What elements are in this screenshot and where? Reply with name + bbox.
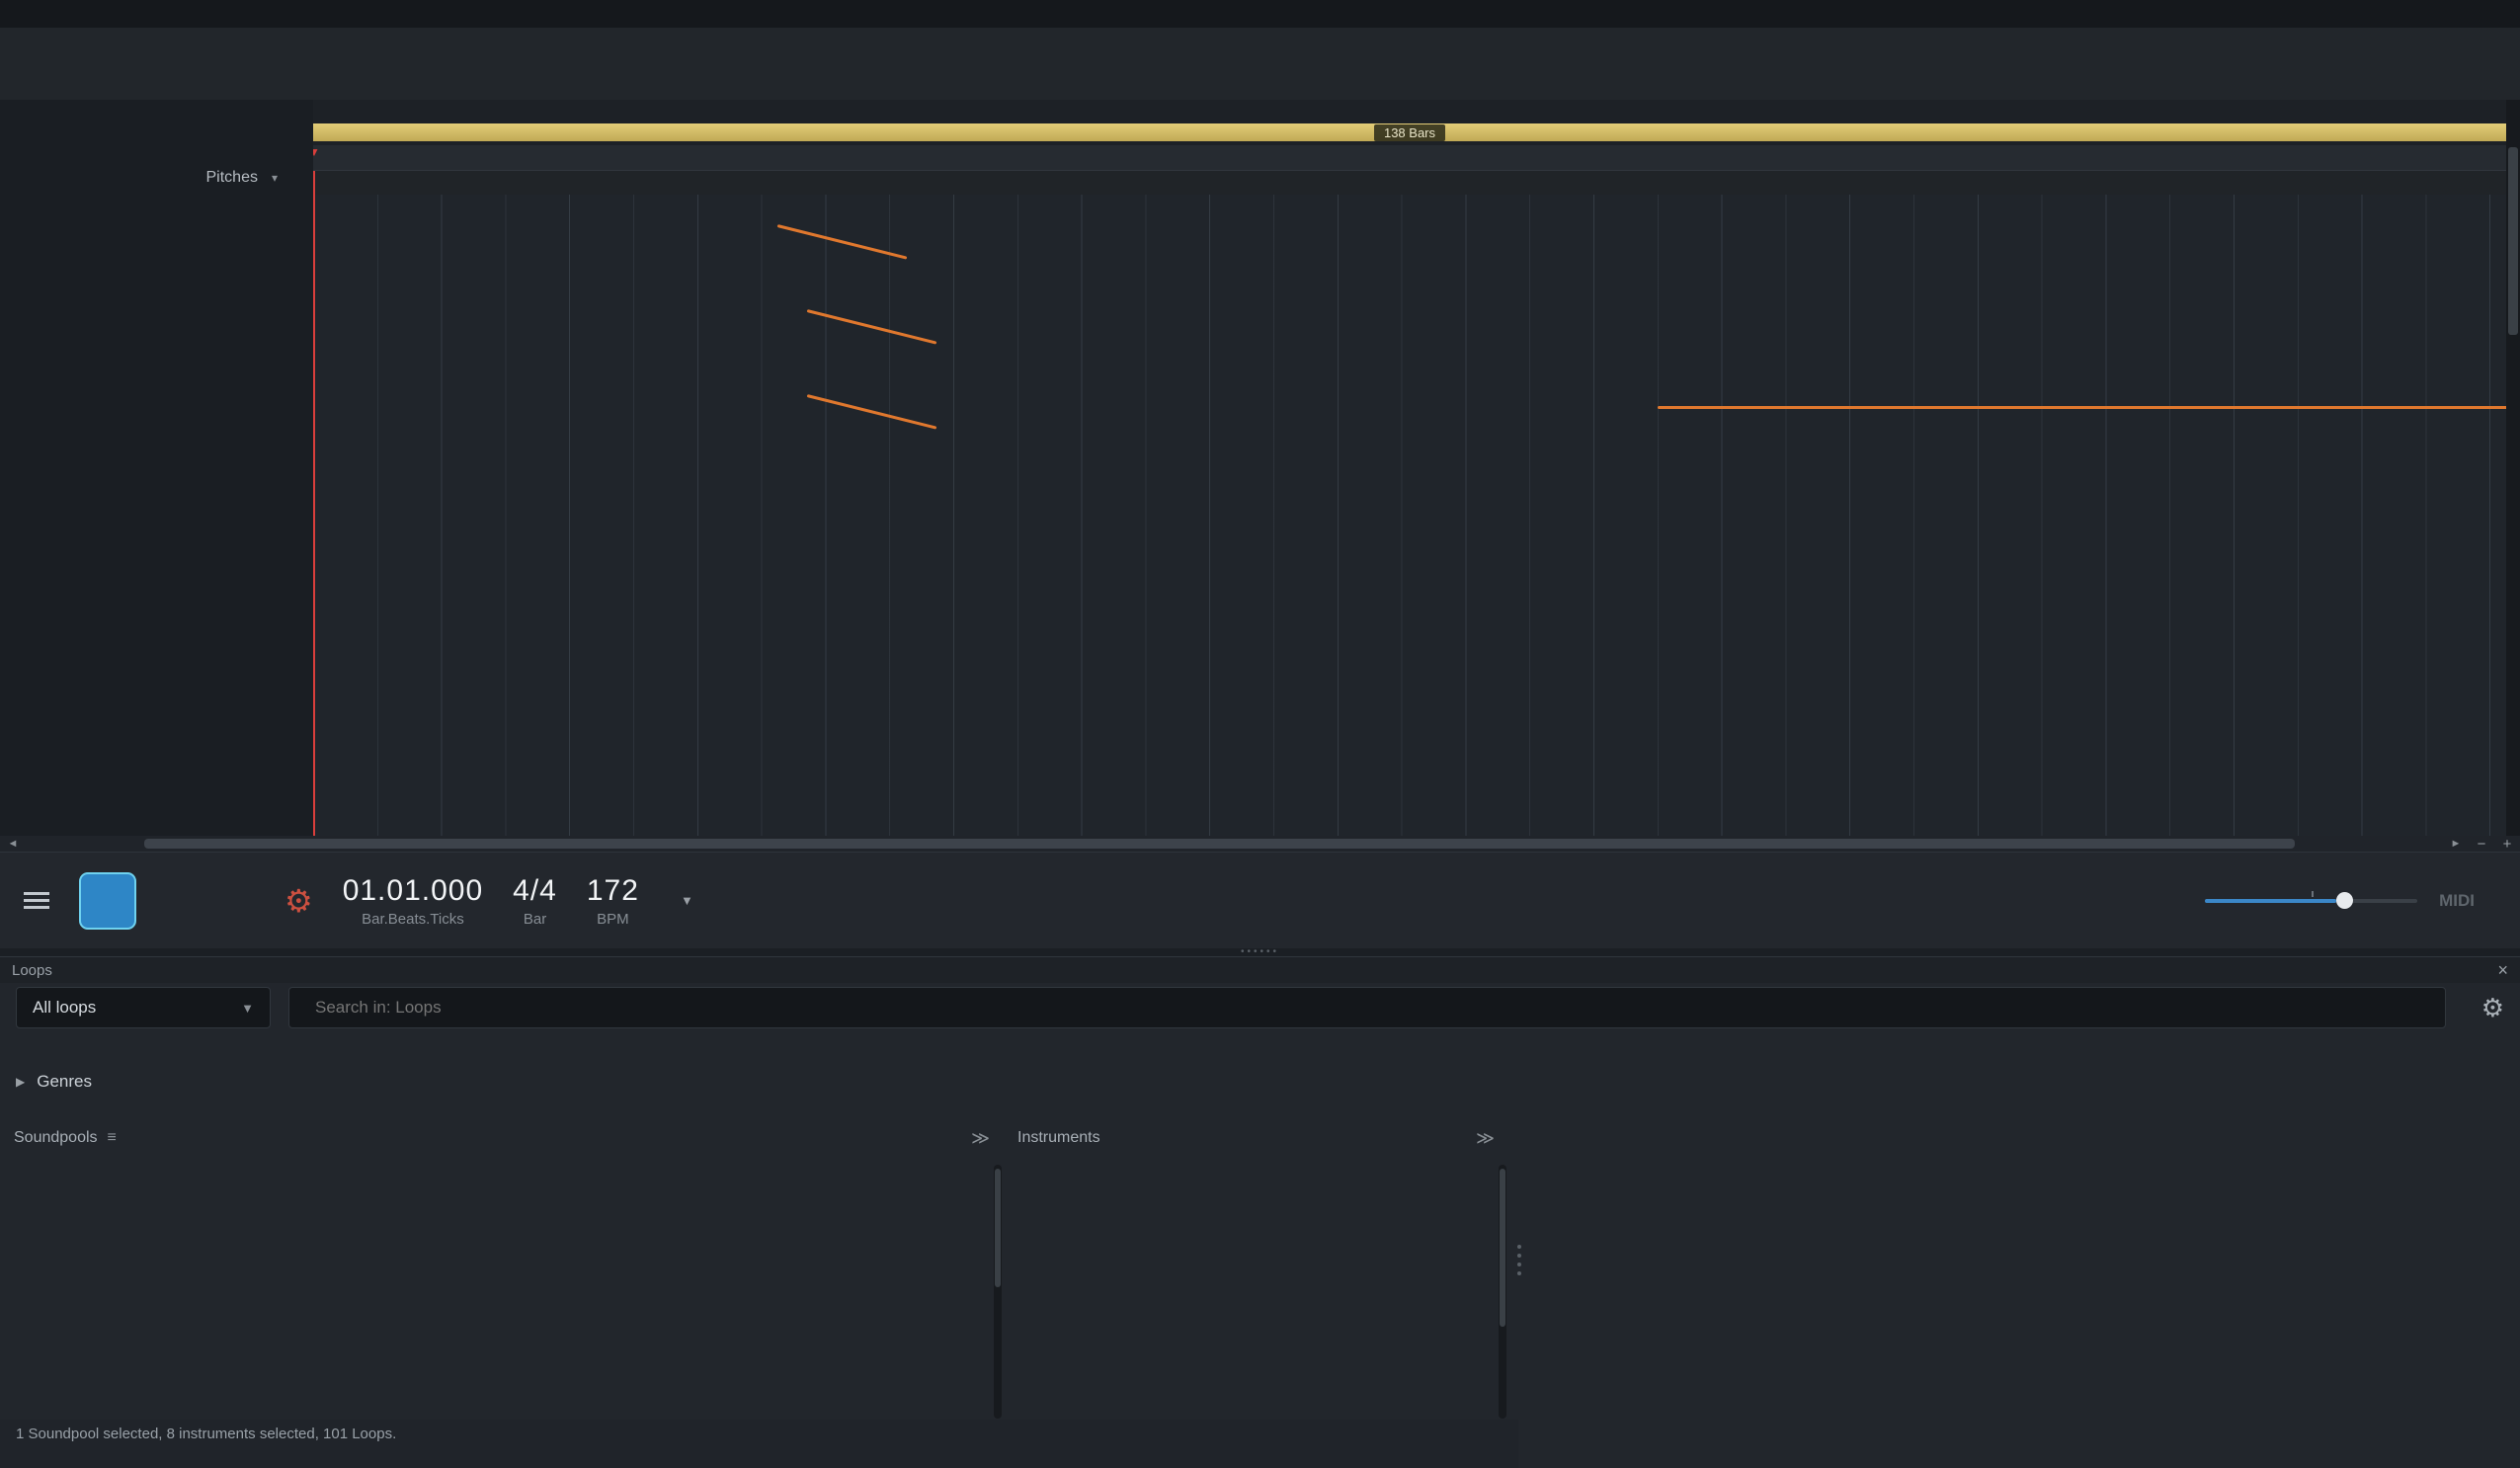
pitches-label: Pitches [206, 169, 258, 187]
sort-icon[interactable]: ≡ [108, 1129, 117, 1147]
instruments-header: Instruments ≫ [1017, 1121, 1506, 1155]
loops-panel-titlebar: Loops × [0, 957, 2520, 983]
record-settings-icon[interactable]: ⚙ [285, 882, 313, 920]
instruments-column: Instruments ≫ [1017, 1121, 1506, 1419]
genres-label: Genres [37, 1072, 92, 1092]
soundpools-scrollbar-thumb[interactable] [995, 1169, 1001, 1287]
scrollbar-track[interactable] [26, 839, 2443, 849]
position-display: 01.01.000 Bar.Beats.Ticks [343, 874, 483, 928]
scroll-left-icon[interactable]: ◄ [0, 838, 26, 850]
transport-bar: ⚙ 01.01.000 Bar.Beats.Ticks 4/4 Bar 172 … [0, 852, 2520, 948]
soundpools-grid [14, 1161, 986, 1419]
tempo-display[interactable]: 172 BPM [587, 874, 639, 928]
clip-grid[interactable] [313, 195, 2506, 836]
chevron-right-icon: ▶ [16, 1075, 25, 1089]
loops-search-input[interactable] [315, 998, 2431, 1018]
loop-list-header [1533, 1056, 2520, 1092]
panel-resize-handle[interactable]: •••••• [0, 948, 2520, 956]
soundpools-column: Soundpools ≡ ≫ [14, 1121, 1002, 1419]
automation-line[interactable] [1658, 406, 2506, 409]
menu-bar [0, 0, 2520, 28]
slider-fill [2205, 899, 2336, 903]
music-maker-window: Pitches ▾ 138 Bars ▼ ◄ [0, 0, 2520, 1468]
loops-panel-title: Loops [12, 962, 52, 979]
loop-range-bar[interactable]: 138 Bars [313, 123, 2506, 141]
arranger: Pitches ▾ 138 Bars ▼ [0, 100, 2520, 836]
panel-splitter[interactable] [1514, 1052, 1524, 1468]
loops-panel: Loops × All loops ▼ ⚙ ▶ Genres [0, 956, 2520, 1468]
slider-handle[interactable] [2336, 892, 2353, 909]
midi-indicator: MIDI [2439, 891, 2475, 911]
tempo-unit: BPM [587, 911, 639, 928]
timeline-ruler[interactable] [313, 145, 2506, 171]
deselect-all-icon[interactable]: ≫ [1476, 1128, 1493, 1149]
zoom-in-button[interactable]: + [2494, 836, 2520, 853]
chevron-down-icon: ▾ [272, 171, 278, 185]
soundpools-scrollbar[interactable] [994, 1165, 1002, 1419]
automation-curve[interactable] [807, 394, 937, 430]
chevron-down-icon: ▼ [681, 893, 693, 908]
scroll-right-icon[interactable]: ► [2443, 838, 2469, 850]
transport-right-group: MIDI [2205, 891, 2496, 911]
instruments-header-label: Instruments [1017, 1129, 1100, 1147]
automation-curve[interactable] [777, 224, 908, 260]
tempo-value: 172 [587, 874, 639, 908]
status-bar: 1 Soundpool selected, 8 instruments sele… [0, 1420, 1518, 1468]
zoom-out-button[interactable]: − [2469, 836, 2494, 853]
loop-list [1533, 1052, 2520, 1468]
playhead-marker[interactable]: ▼ [313, 145, 320, 159]
arranger-options-icon[interactable] [24, 892, 49, 910]
meter-value: 4/4 [513, 874, 557, 908]
soundpools-header: Soundpools ≡ ≫ [14, 1121, 1002, 1155]
instruments-scrollbar-thumb[interactable] [1500, 1169, 1505, 1327]
chevron-down-icon: ▼ [241, 1001, 254, 1016]
soundpools-header-label: Soundpools [14, 1129, 98, 1147]
horizontal-scrollbar[interactable]: ◄ ► − + [0, 836, 2520, 852]
loop-category-value: All loops [33, 998, 96, 1018]
position-unit: Bar.Beats.Ticks [343, 911, 483, 928]
meter-unit: Bar [513, 911, 557, 928]
total-bars-badge: 138 Bars [1374, 124, 1445, 141]
clip-marker-row [313, 171, 2506, 195]
automation-curve[interactable] [807, 309, 937, 345]
loop-category-dropdown[interactable]: All loops ▼ [16, 987, 271, 1028]
master-volume-slider[interactable] [2205, 899, 2417, 903]
pitches-dropdown[interactable]: Pitches ▾ [206, 169, 279, 187]
status-text: 1 Soundpool selected, 8 instruments sele… [16, 1426, 396, 1442]
close-panel-icon[interactable]: × [2497, 960, 2508, 981]
slider-center-tick [2312, 891, 2314, 897]
position-value: 01.01.000 [343, 874, 483, 908]
vertical-scrollbar-thumb[interactable] [2508, 147, 2518, 335]
track-header-column: Pitches ▾ [0, 100, 313, 836]
genres-section-toggle[interactable]: ▶ Genres [16, 1072, 92, 1092]
deselect-all-icon[interactable]: ≫ [971, 1128, 988, 1149]
loops-search-box[interactable] [288, 987, 2446, 1028]
loops-content: ▶ Genres Soundpools ≡ ≫ Instruments ≫ [0, 1052, 2520, 1468]
metronome-button[interactable]: ▼ [669, 893, 693, 908]
loop-playback-button[interactable] [79, 872, 136, 930]
instruments-list [1017, 1161, 1493, 1419]
loops-filter-row: All loops ▼ ⚙ [0, 983, 2520, 1032]
main-toolbar [0, 28, 2520, 100]
meter-display: 4/4 Bar [513, 874, 557, 928]
vertical-scrollbar[interactable] [2506, 100, 2520, 836]
playhead[interactable] [313, 171, 315, 836]
timeline[interactable]: 138 Bars ▼ [313, 100, 2506, 836]
scrollbar-thumb[interactable] [144, 839, 2295, 849]
loops-settings-icon[interactable]: ⚙ [2481, 995, 2504, 1020]
instruments-scrollbar[interactable] [1499, 1165, 1506, 1419]
